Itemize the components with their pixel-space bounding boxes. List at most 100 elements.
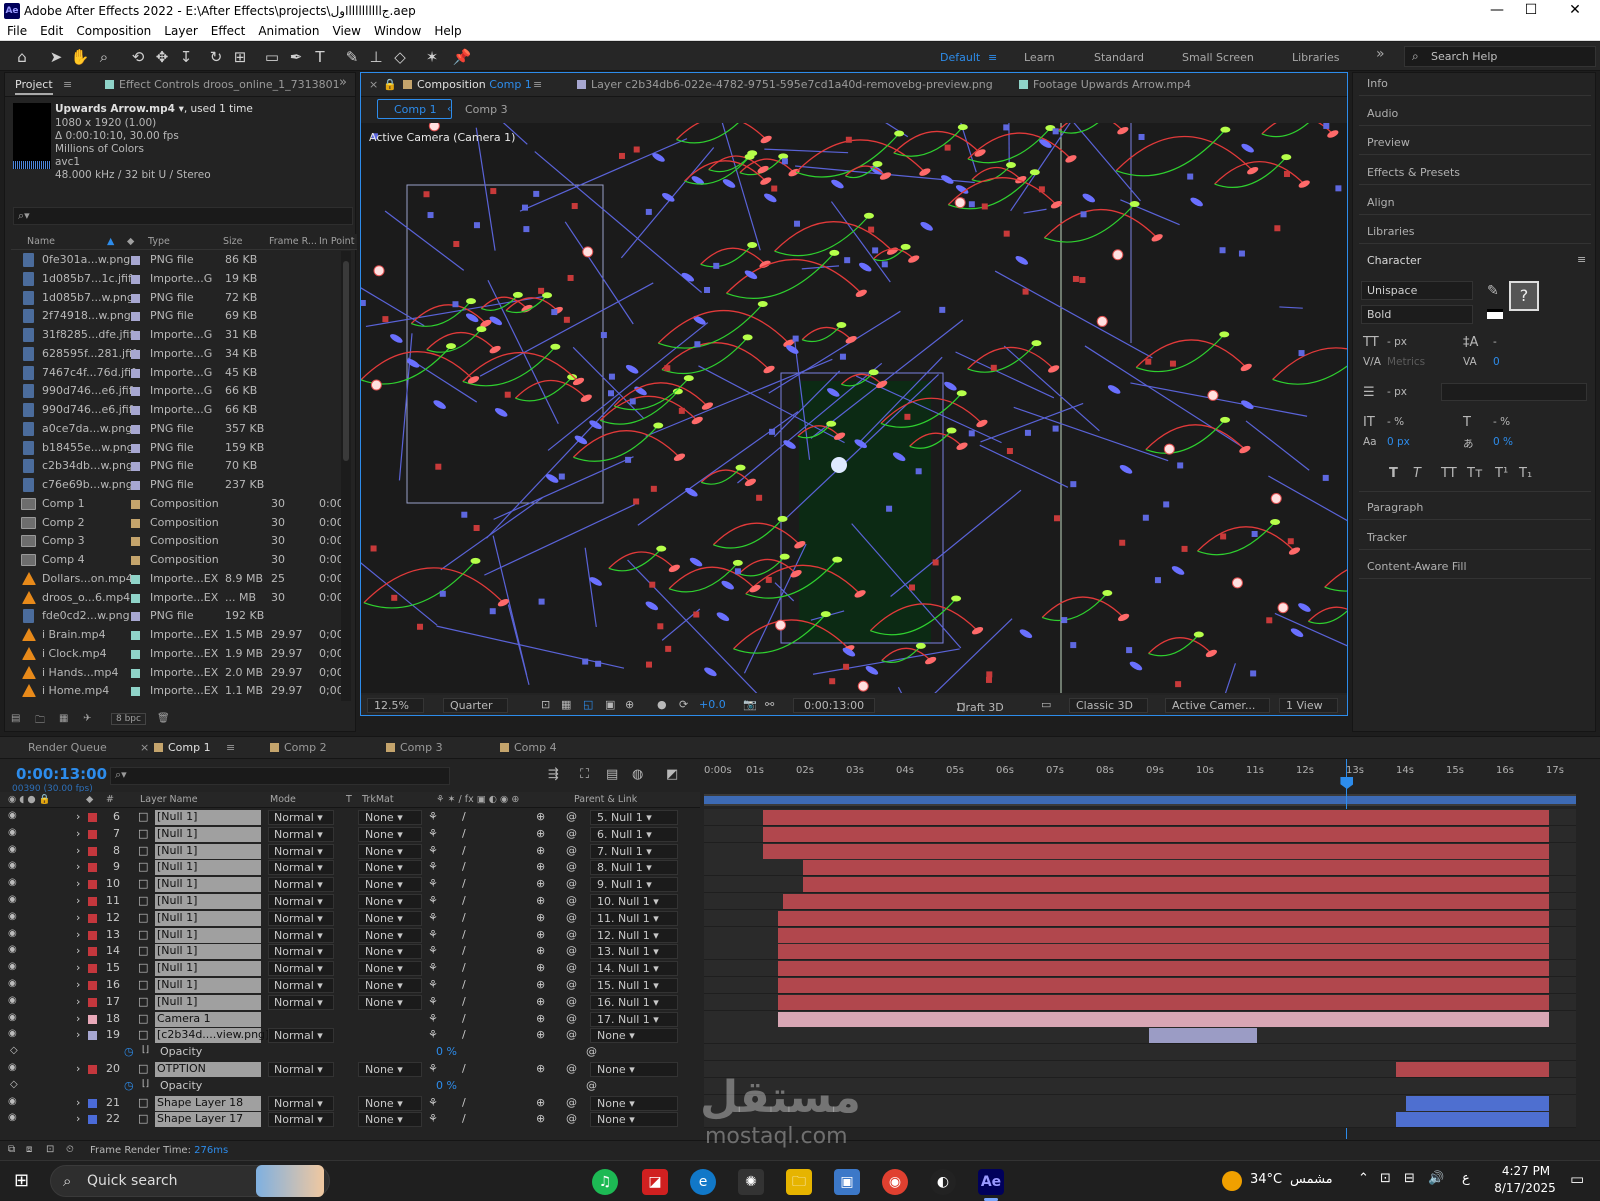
eraser-tool-icon[interactable]: ◇ — [390, 47, 410, 67]
layer-row[interactable]: ◉ › 7 □ [Null 1] Normal ▾ None ▾ ⚘ / ⊕ @6. Null 1 … — [0, 826, 700, 843]
layer-row[interactable]: ◉ › 22 □ Shape Layer 17 Normal ▾ None ▾ ⚘ / ⊕ @ Non… — [0, 1111, 700, 1128]
label-color-swatch[interactable] — [131, 274, 140, 284]
expand-layer-icon[interactable]: › — [76, 1028, 80, 1041]
menu-edit[interactable]: Edit — [33, 22, 69, 38]
composition-canvas[interactable]: Active Camera (Camera 1) — [361, 123, 1347, 693]
show-snapshot-icon[interactable]: ⚯ — [765, 698, 774, 711]
layer-row[interactable]: ◉ › 16 □ [Null 1] Normal ▾ None ▾ ⚘ / ⊕ @15. Null … — [0, 977, 700, 994]
project-scrollbar[interactable] — [341, 251, 351, 701]
blend-mode-dropdown[interactable]: Normal ▾ — [268, 1028, 334, 1044]
project-item[interactable]: i Home.mp4 Importe...EX 1.1 MB 29.97 0;00 — [11, 682, 343, 700]
parent-dropdown[interactable]: 14. Null 1 ▾ — [590, 961, 678, 977]
3d-layer-icon[interactable]: ⊕ — [536, 860, 545, 873]
blend-mode-dropdown[interactable]: Normal ▾ — [268, 1095, 334, 1111]
label-color-swatch[interactable] — [131, 649, 140, 659]
breadcrumb-comp-3[interactable]: Comp 3 — [465, 103, 508, 116]
track-matte-dropdown[interactable]: None ▾ — [358, 1062, 422, 1077]
panel-paragraph[interactable]: Paragraph — [1367, 501, 1423, 514]
layer-duration-bar[interactable] — [778, 994, 1550, 1010]
close-tab-icon[interactable]: × — [140, 741, 149, 754]
blend-mode-dropdown[interactable]: Normal ▾ — [268, 910, 334, 926]
blend-mode-dropdown[interactable]: Normal ▾ — [268, 826, 334, 842]
3d-layer-icon[interactable]: ⊕ — [536, 911, 545, 924]
timeline-search-input[interactable]: ⌕▾ — [110, 767, 450, 785]
search-help-input[interactable]: ⌕ Search Help — [1404, 46, 1596, 67]
snapshot-icon[interactable]: 📷 — [743, 698, 757, 711]
layer-name[interactable]: [Null 1] — [155, 978, 261, 993]
project-item[interactable]: 990d746...e6.jfif Importe...G 66 KB — [11, 382, 343, 400]
shy-switch-icon[interactable]: ⚘ — [428, 1028, 438, 1041]
blend-mode-dropdown[interactable]: Normal ▾ — [268, 894, 334, 909]
layer-duration-bar[interactable] — [1405, 1095, 1550, 1111]
control-panel-icon[interactable]: ▣ — [834, 1169, 860, 1195]
project-item[interactable]: Comp 2 Composition 30 0:00 — [11, 514, 343, 532]
project-item[interactable]: Comp 4 Composition 30 0:00 — [11, 551, 343, 569]
layer-name[interactable]: Shape Layer 18 — [155, 1095, 261, 1111]
shy-switch-icon[interactable]: ⚘ — [428, 860, 438, 873]
close-window-button[interactable]: ✕ — [1552, 2, 1598, 18]
stopwatch-icon[interactable]: ◷ — [124, 1045, 134, 1058]
blend-mode-dropdown[interactable]: Normal ▾ — [268, 927, 334, 943]
layer-row[interactable]: ◉ › 12 □ [Null 1] Normal ▾ None ▾ ⚘ / ⊕ @11. Null … — [0, 910, 700, 927]
shy-switch-icon[interactable]: ⚘ — [428, 911, 438, 924]
notifications-icon[interactable]: ▭ — [1570, 1170, 1584, 1188]
layer-name[interactable]: [c2b34d....view.png] — [155, 1028, 269, 1044]
parent-dropdown[interactable]: 11. Null 1 ▾ — [590, 910, 678, 926]
layer-name[interactable]: [Null 1] — [155, 927, 261, 943]
label-color-swatch[interactable] — [88, 880, 97, 890]
visibility-eye-icon[interactable]: ◉ — [8, 860, 17, 871]
brush-tool-icon[interactable]: ✎ — [342, 47, 362, 67]
blend-mode-dropdown[interactable]: Normal ▾ — [268, 994, 334, 1010]
magnification-dropdown[interactable]: 12.5% — [367, 698, 424, 713]
pickwhip-icon[interactable]: @ — [566, 1062, 577, 1075]
tracking-value[interactable]: 0 — [1493, 356, 1500, 368]
parent-dropdown[interactable]: 17. Null 1 ▾ — [590, 1011, 678, 1027]
label-color-swatch[interactable] — [88, 947, 97, 957]
home-icon[interactable]: ⌂ — [12, 47, 32, 67]
expand-layer-icon[interactable]: › — [76, 1062, 80, 1075]
workspace-standard[interactable]: Standard — [1094, 51, 1144, 64]
small-caps-button[interactable]: Tт — [1467, 466, 1483, 481]
zoom-tool-icon[interactable]: ⌕ — [94, 47, 114, 67]
label-color-swatch[interactable] — [131, 687, 140, 697]
shy-switch-icon[interactable]: ⚘ — [428, 928, 438, 941]
col-parent-link[interactable]: Parent & Link — [574, 794, 637, 805]
motion-blur-icon[interactable]: ◍ — [632, 767, 643, 782]
stroke-style-dropdown[interactable] — [1441, 383, 1587, 401]
pickwhip-icon[interactable]: @ — [566, 1012, 577, 1025]
orbit-camera-icon[interactable]: ⟲ — [128, 47, 148, 67]
parent-dropdown[interactable]: None ▾ — [590, 1062, 678, 1077]
project-item[interactable]: 7467c4f...76d.jfif Importe...G 45 KB — [11, 364, 343, 382]
roto-brush-tool-icon[interactable]: ✶ — [422, 47, 442, 67]
visibility-eye-icon[interactable]: ◉ — [8, 844, 17, 855]
label-color-swatch[interactable] — [88, 1098, 97, 1108]
menu-help[interactable]: Help — [427, 22, 467, 38]
3d-layer-icon[interactable]: ⊕ — [536, 894, 545, 907]
label-color-swatch[interactable] — [131, 499, 140, 509]
track-matte-dropdown[interactable]: None ▾ — [358, 843, 422, 859]
quality-switch-icon[interactable]: / — [462, 978, 466, 991]
tab-layer[interactable]: Layer c2b34db6-022e-4782-9751-595e7cd1a4… — [577, 78, 993, 91]
expand-layer-icon[interactable]: › — [76, 894, 80, 907]
font-style-dropdown[interactable]: Bold — [1361, 305, 1473, 324]
parent-dropdown[interactable]: None ▾ — [590, 1095, 678, 1111]
layer-duration-bar[interactable] — [802, 860, 1550, 876]
track-matte-dropdown[interactable]: None ▾ — [358, 877, 422, 893]
menu-window[interactable]: Window — [367, 22, 427, 38]
graph-icon[interactable]: ⌊⌋ — [142, 1079, 149, 1089]
3d-layer-icon[interactable]: ⊕ — [536, 1062, 545, 1075]
chrome-browser-icon[interactable]: ◉ — [882, 1169, 908, 1195]
selection-tool-icon[interactable]: ➤ — [46, 47, 66, 67]
col-mode[interactable]: Mode — [270, 794, 296, 805]
visibility-eye-icon[interactable]: ◉ — [8, 995, 17, 1006]
property-row[interactable]: ◷ ⌊⌋ Opacity 0 % @ ◇ — [0, 1044, 700, 1061]
expand-layer-icon[interactable]: › — [76, 944, 80, 957]
layer-duration-bar[interactable] — [763, 810, 1550, 825]
col-in-point[interactable]: In Point — [319, 236, 354, 247]
project-item[interactable]: i Clock.mp4 Importe...EX 1.9 MB 29.97 0;00 — [11, 645, 343, 663]
spotify-icon[interactable]: ♫ — [592, 1169, 618, 1195]
visibility-eye-icon[interactable]: ◉ — [8, 1096, 17, 1107]
track-matte-dropdown[interactable]: None ▾ — [358, 910, 422, 926]
layer-name[interactable]: [Null 1] — [155, 894, 261, 909]
visibility-eye-icon[interactable]: ◉ — [8, 894, 17, 905]
